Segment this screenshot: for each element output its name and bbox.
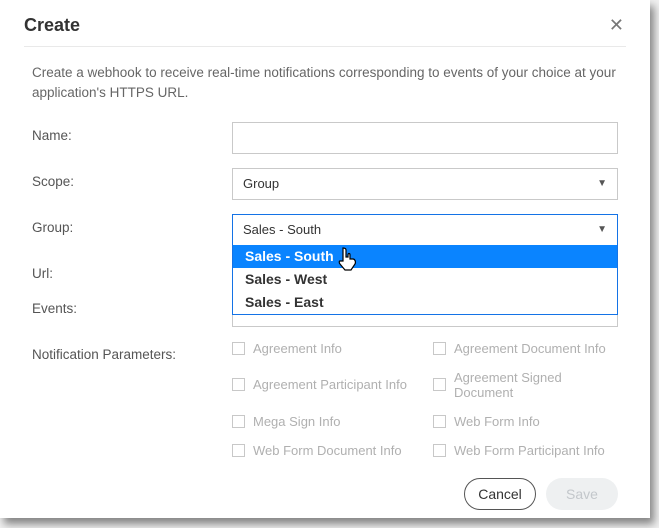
group-selected-value: Sales - South — [243, 222, 321, 237]
checkbox-icon[interactable] — [232, 415, 245, 428]
checkbox-icon[interactable] — [433, 444, 446, 457]
checkbox-icon[interactable] — [433, 415, 446, 428]
create-webhook-dialog: Create ✕ Create a webhook to receive rea… — [0, 0, 650, 518]
group-select[interactable]: Sales - South ▼ — [232, 214, 618, 246]
label-url: Url: — [32, 260, 232, 281]
group-option-sales-west[interactable]: Sales - West — [233, 268, 617, 291]
param-agreement-participant-info[interactable]: Agreement Participant Info — [232, 370, 417, 400]
checkbox-icon[interactable] — [433, 342, 446, 355]
checkbox-icon[interactable] — [232, 342, 245, 355]
label-scope: Scope: — [32, 168, 232, 189]
close-icon[interactable]: ✕ — [607, 14, 626, 36]
dialog-footer: Cancel Save — [24, 478, 626, 510]
param-web-form-participant-info[interactable]: Web Form Participant Info — [433, 443, 618, 458]
form-area: Name: Scope: Group ▼ Group: Sales - Sout… — [24, 122, 626, 458]
param-web-form-info[interactable]: Web Form Info — [433, 414, 618, 429]
param-agreement-signed-document[interactable]: Agreement Signed Document — [433, 370, 618, 400]
group-option-sales-east[interactable]: Sales - East — [233, 291, 617, 314]
scope-select[interactable]: Group ▼ — [232, 168, 618, 200]
label-group: Group: — [32, 214, 232, 235]
param-web-form-document-info[interactable]: Web Form Document Info — [232, 443, 417, 458]
param-agreement-info[interactable]: Agreement Info — [232, 341, 417, 356]
dialog-title: Create — [24, 15, 80, 36]
chevron-down-icon: ▼ — [597, 178, 607, 189]
checkbox-icon[interactable] — [232, 378, 245, 391]
label-name: Name: — [32, 122, 232, 143]
name-input[interactable] — [232, 122, 618, 154]
label-notification-parameters: Notification Parameters: — [32, 341, 232, 362]
chevron-down-icon: ▼ — [597, 224, 607, 235]
checkbox-icon[interactable] — [232, 444, 245, 457]
param-agreement-document-info[interactable]: Agreement Document Info — [433, 341, 618, 356]
label-events: Events: — [32, 295, 232, 316]
scope-selected-value: Group — [243, 176, 279, 191]
group-option-sales-south[interactable]: Sales - South — [233, 245, 617, 268]
dialog-description: Create a webhook to receive real-time no… — [32, 63, 618, 104]
param-mega-sign-info[interactable]: Mega Sign Info — [232, 414, 417, 429]
checkbox-icon[interactable] — [433, 378, 446, 391]
cancel-button[interactable]: Cancel — [464, 478, 536, 510]
dialog-header: Create ✕ — [24, 14, 626, 47]
group-dropdown: Sales - South Sales - West Sales - East — [232, 245, 618, 315]
save-button[interactable]: Save — [546, 478, 618, 510]
